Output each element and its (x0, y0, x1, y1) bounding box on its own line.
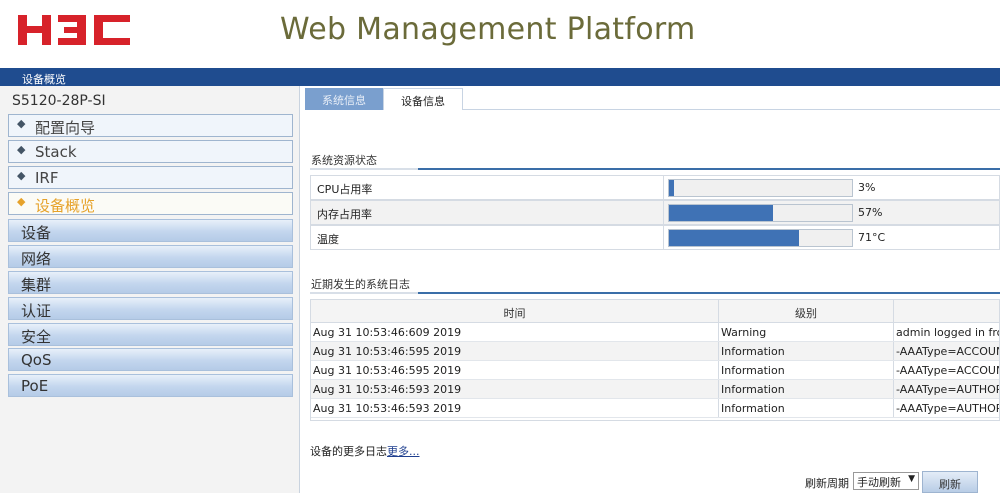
log-level: Information (718, 361, 893, 379)
log-table-header: 时间 级别 (311, 300, 999, 323)
main-panel: 系统信息 设备信息 系统资源状态 CPU占用率 3% 内存占用率 57% 温度 … (305, 86, 1000, 493)
refresh-button[interactable]: 刷新 (922, 471, 978, 493)
resource-value: 71°C (858, 231, 886, 244)
column-header-time: 时间 (503, 307, 526, 320)
temperature-bar (668, 229, 853, 247)
sidebar-category-authentication[interactable]: 认证 (8, 297, 293, 320)
sidebar-category-label: PoE (21, 377, 49, 395)
resource-section-title: 系统资源状态 (311, 154, 377, 167)
memory-usage-bar (668, 204, 853, 222)
log-level: Information (718, 380, 893, 398)
more-logs-text: 设备的更多日志 (310, 445, 387, 458)
sidebar-category-poe[interactable]: PoE (8, 374, 293, 397)
sidebar-category-label: QoS (21, 351, 52, 369)
table-row: Aug 31 10:53:46:595 2019 Information -AA… (311, 342, 999, 361)
table-row: Aug 31 10:53:46:593 2019 Information -AA… (311, 399, 999, 418)
memory-usage-fill (669, 205, 774, 221)
sidebar-item-config-wizard[interactable]: ◆ 配置向导 (8, 114, 293, 137)
sidebar-item-label: 设备概览 (35, 197, 96, 215)
log-time: Aug 31 10:53:46:593 2019 (313, 383, 462, 396)
sidebar-category-label: 网络 (21, 250, 52, 268)
sidebar-category-security[interactable]: 安全 (8, 323, 293, 346)
dropdown-arrow-icon: ▼ (908, 474, 915, 484)
table-row: Aug 31 10:53:46:609 2019 Warning admin l… (311, 323, 999, 342)
table-row: Aug 31 10:53:46:593 2019 Information -AA… (311, 380, 999, 399)
log-level: Warning (718, 323, 893, 341)
resource-row-memory: 内存占用率 57% (310, 200, 1000, 225)
log-section-title: 近期发生的系统日志 (311, 278, 410, 291)
cpu-usage-bar (668, 179, 853, 197)
refresh-period-value: 手动刷新 (857, 476, 901, 489)
sidebar: S5120-28P-SI ◆ 配置向导 ◆ Stack ◆ IRF ◆ 设备概览… (0, 86, 300, 493)
section-divider (310, 292, 1000, 294)
log-description: -AAAType=AUTHOR-A (893, 380, 999, 398)
more-logs-line: 设备的更多日志更多... (310, 443, 420, 459)
diamond-icon: ◆ (17, 169, 26, 182)
resource-label: 内存占用率 (317, 208, 372, 221)
sidebar-category-label: 认证 (21, 302, 52, 320)
diamond-icon: ◆ (17, 117, 26, 130)
column-header-level: 级别 (718, 300, 893, 322)
refresh-period-label: 刷新周期 (805, 477, 849, 490)
sidebar-item-device-overview[interactable]: ◆ 设备概览 (8, 192, 293, 215)
resource-label: CPU占用率 (317, 183, 373, 196)
top-bar: 设备概览 (0, 68, 1000, 86)
temperature-fill (669, 230, 799, 246)
resource-row-temperature: 温度 71°C (310, 225, 1000, 250)
resource-label: 温度 (317, 233, 339, 246)
log-time: Aug 31 10:53:46:593 2019 (313, 402, 462, 415)
sidebar-category-cluster[interactable]: 集群 (8, 271, 293, 294)
log-time: Aug 31 10:53:46:595 2019 (313, 345, 462, 358)
tab-device-info[interactable]: 设备信息 (383, 88, 463, 110)
sidebar-category-label: 安全 (21, 328, 52, 346)
log-description: -AAAType=ACCOUNT (893, 361, 999, 379)
log-table: 时间 级别 Aug 31 10:53:46:609 2019 Warning a… (310, 299, 1000, 421)
log-time: Aug 31 10:53:46:609 2019 (313, 326, 462, 339)
section-divider (310, 168, 1000, 170)
sidebar-item-irf[interactable]: ◆ IRF (8, 166, 293, 189)
breadcrumb: 设备概览 (22, 73, 66, 86)
platform-title: Web Management Platform (280, 12, 696, 47)
sidebar-category-qos[interactable]: QoS (8, 348, 293, 371)
tab-system-info[interactable]: 系统信息 (305, 88, 383, 110)
h3c-logo (16, 10, 134, 50)
sidebar-category-label: 设备 (21, 224, 52, 242)
log-description: -AAAType=AUTHOR-A (893, 399, 999, 417)
log-time: Aug 31 10:53:46:595 2019 (313, 364, 462, 377)
diamond-icon: ◆ (17, 143, 26, 156)
more-logs-link[interactable]: 更多... (387, 445, 420, 458)
sidebar-item-label: 配置向导 (35, 119, 96, 137)
device-model-label: S5120-28P-SI (12, 93, 106, 109)
log-description: -AAAType=ACCOUNT (893, 342, 999, 360)
header: Web Management Platform (0, 0, 1000, 68)
diamond-icon: ◆ (17, 195, 26, 208)
resource-value: 57% (858, 206, 883, 219)
sidebar-category-network[interactable]: 网络 (8, 245, 293, 268)
sidebar-item-label: Stack (35, 143, 77, 161)
resource-row-cpu: CPU占用率 3% (310, 175, 1000, 200)
sidebar-item-stack[interactable]: ◆ Stack (8, 140, 293, 163)
sidebar-category-device[interactable]: 设备 (8, 219, 293, 242)
refresh-period-select[interactable]: 手动刷新 ▼ (853, 472, 919, 490)
tab-bar: 系统信息 设备信息 (305, 86, 1000, 110)
log-description: admin logged in from (893, 323, 999, 341)
sidebar-item-label: IRF (35, 169, 59, 187)
resource-value: 3% (858, 181, 876, 194)
log-level: Information (718, 399, 893, 417)
cpu-usage-fill (669, 180, 675, 196)
column-header-description (893, 300, 999, 322)
sidebar-category-label: 集群 (21, 276, 52, 294)
log-level: Information (718, 342, 893, 360)
table-row: Aug 31 10:53:46:595 2019 Information -AA… (311, 361, 999, 380)
